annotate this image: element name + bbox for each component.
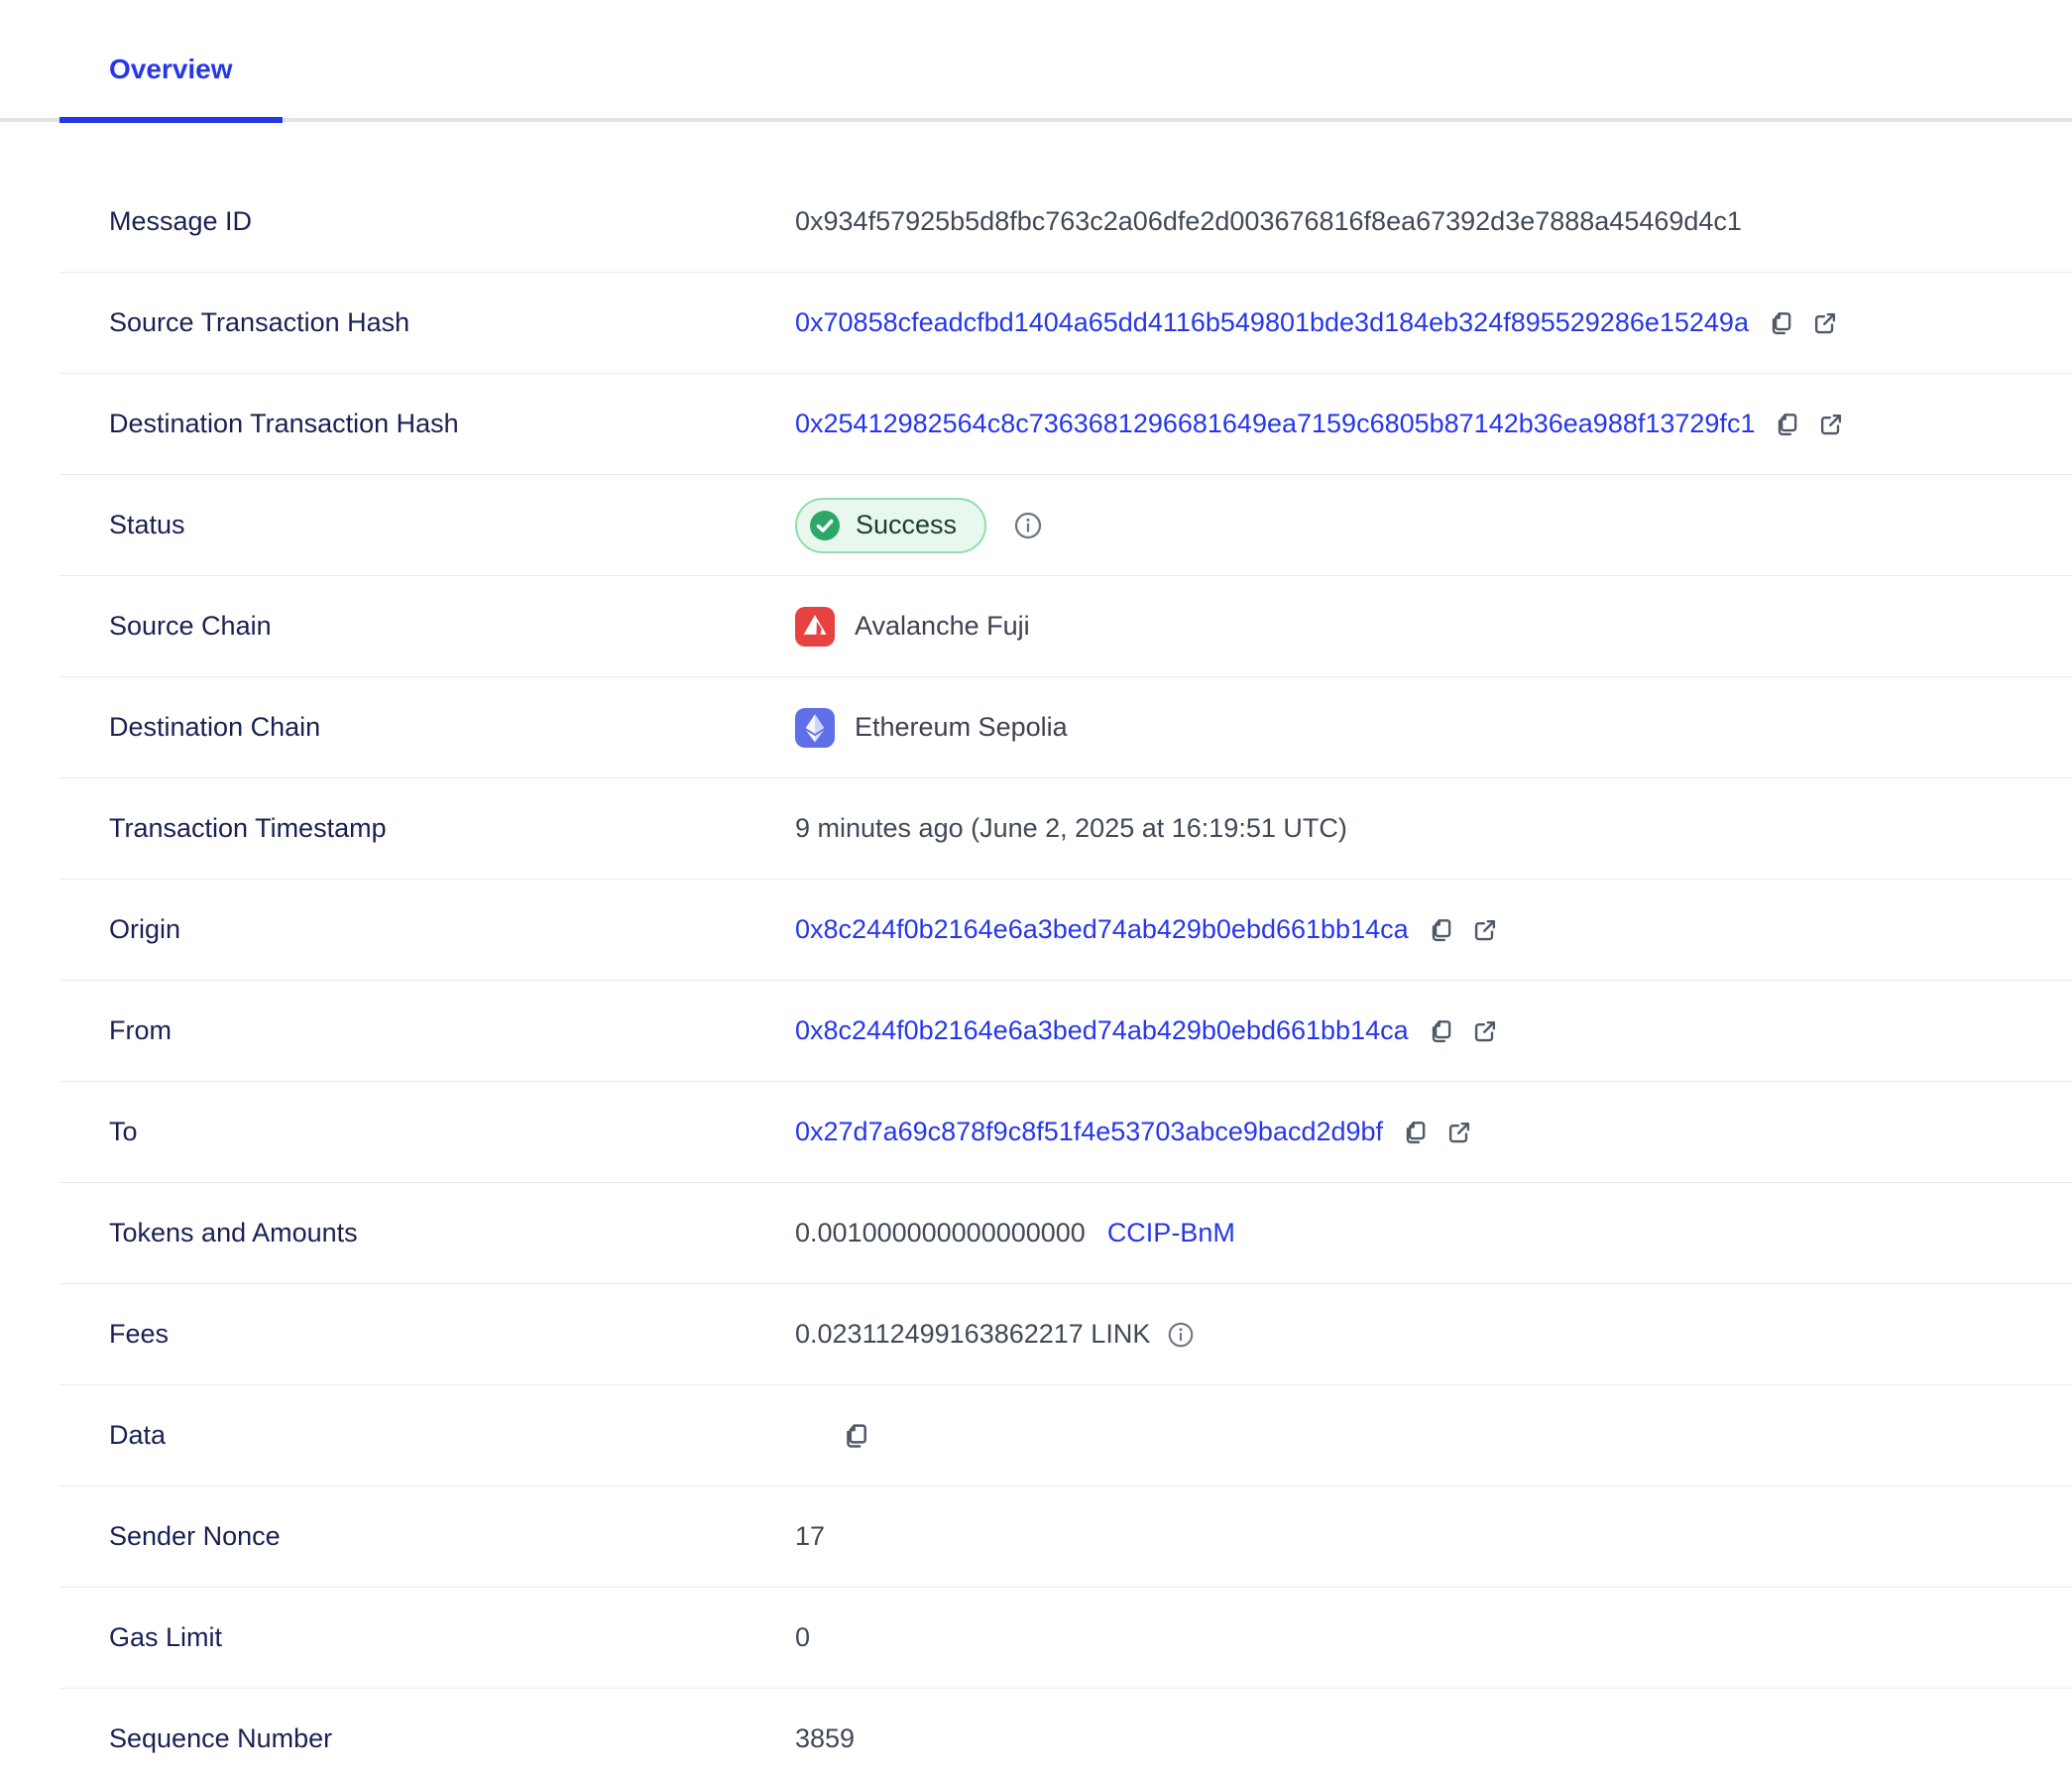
origin-address-link[interactable]: 0x8c244f0b2164e6a3bed74ab429b0ebd661bb14… (795, 914, 1409, 945)
row-source-tx-hash: Source Transaction Hash 0x70858cfeadcfbd… (59, 273, 2072, 374)
row-label: Tokens and Amounts (59, 1218, 795, 1248)
row-label: Transaction Timestamp (59, 813, 795, 844)
status-badge: Success (795, 498, 986, 553)
dest-tx-hash-link[interactable]: 0x25412982564c8c7363681296681649ea7159c6… (795, 409, 1755, 439)
row-label: Message ID (59, 206, 795, 237)
external-link-icon[interactable] (1470, 915, 1500, 945)
token-symbol-link[interactable]: CCIP-BnM (1107, 1218, 1235, 1248)
row-label: Source Transaction Hash (59, 307, 795, 338)
copy-icon[interactable] (1427, 915, 1456, 945)
row-label: Source Chain (59, 611, 795, 642)
ethereum-logo-icon (795, 708, 835, 748)
row-tokens-amounts: Tokens and Amounts 0.001000000000000000 … (59, 1183, 2072, 1284)
row-source-chain: Source Chain Avalanche Fuji (59, 576, 2072, 677)
external-link-icon[interactable] (1470, 1016, 1500, 1046)
external-link-icon[interactable] (1444, 1118, 1474, 1147)
copy-icon[interactable] (841, 1420, 872, 1452)
row-status: Status Success (59, 475, 2072, 576)
to-address-link[interactable]: 0x27d7a69c878f9c8f51f4e53703abce9bacd2d9… (795, 1117, 1383, 1147)
avalanche-logo-icon (795, 607, 835, 647)
row-label: From (59, 1015, 795, 1046)
source-chain-name: Avalanche Fuji (855, 611, 1030, 642)
row-label: Sender Nonce (59, 1521, 795, 1552)
external-link-icon[interactable] (1810, 308, 1840, 338)
row-sender-nonce: Sender Nonce 17 (59, 1486, 2072, 1588)
row-timestamp: Transaction Timestamp 9 minutes ago (Jun… (59, 778, 2072, 880)
gas-limit-value: 0 (795, 1622, 810, 1653)
row-sequence-number: Sequence Number 3859 (59, 1689, 2072, 1779)
info-icon[interactable] (1166, 1320, 1196, 1350)
row-label: Sequence Number (59, 1723, 795, 1754)
dest-chain-name: Ethereum Sepolia (855, 712, 1068, 743)
sender-nonce-value: 17 (795, 1521, 825, 1552)
source-tx-hash-link[interactable]: 0x70858cfeadcfbd1404a65dd4116b549801bde3… (795, 307, 1749, 338)
details-table: Message ID 0x934f57925b5d8fbc763c2a06dfe… (59, 172, 2072, 1779)
row-label: To (59, 1117, 795, 1147)
row-to: To 0x27d7a69c878f9c8f51f4e53703abce9bacd… (59, 1082, 2072, 1183)
from-address-link[interactable]: 0x8c244f0b2164e6a3bed74ab429b0ebd661bb14… (795, 1015, 1409, 1046)
ccip-transaction-overview-page: Overview Message ID 0x934f57925b5d8fbc76… (0, 0, 2072, 1779)
message-id-value: 0x934f57925b5d8fbc763c2a06dfe2d003676816… (795, 206, 1742, 237)
row-dest-tx-hash: Destination Transaction Hash 0x254129825… (59, 374, 2072, 475)
row-label: Destination Chain (59, 712, 795, 743)
row-fees: Fees 0.023112499163862217 LINK (59, 1284, 2072, 1385)
copy-icon[interactable] (1401, 1118, 1431, 1147)
copy-icon[interactable] (1767, 308, 1796, 338)
row-label: Fees (59, 1319, 795, 1350)
info-icon[interactable] (1012, 510, 1044, 541)
row-message-id: Message ID 0x934f57925b5d8fbc763c2a06dfe… (59, 172, 2072, 273)
row-label: Status (59, 510, 795, 540)
status-badge-label: Success (856, 510, 957, 540)
row-label: Data (59, 1420, 795, 1451)
row-label: Destination Transaction Hash (59, 409, 795, 439)
check-circle-icon (807, 508, 843, 543)
copy-icon[interactable] (1773, 410, 1802, 439)
row-gas-limit: Gas Limit 0 (59, 1588, 2072, 1689)
row-dest-chain: Destination Chain Ethereum Sepolia (59, 677, 2072, 778)
row-from: From 0x8c244f0b2164e6a3bed74ab429b0ebd66… (59, 981, 2072, 1082)
fees-value: 0.023112499163862217 LINK (795, 1319, 1150, 1350)
row-label: Origin (59, 914, 795, 945)
tab-bar: Overview (0, 0, 2072, 122)
timestamp-value: 9 minutes ago (June 2, 2025 at 16:19:51 … (795, 813, 1347, 844)
copy-icon[interactable] (1427, 1016, 1456, 1046)
tab-overview[interactable]: Overview (59, 52, 283, 123)
row-label: Gas Limit (59, 1622, 795, 1653)
row-origin: Origin 0x8c244f0b2164e6a3bed74ab429b0ebd… (59, 880, 2072, 981)
token-amount: 0.001000000000000000 (795, 1218, 1086, 1248)
row-data: Data (59, 1385, 2072, 1486)
sequence-number-value: 3859 (795, 1723, 855, 1754)
external-link-icon[interactable] (1816, 410, 1846, 439)
